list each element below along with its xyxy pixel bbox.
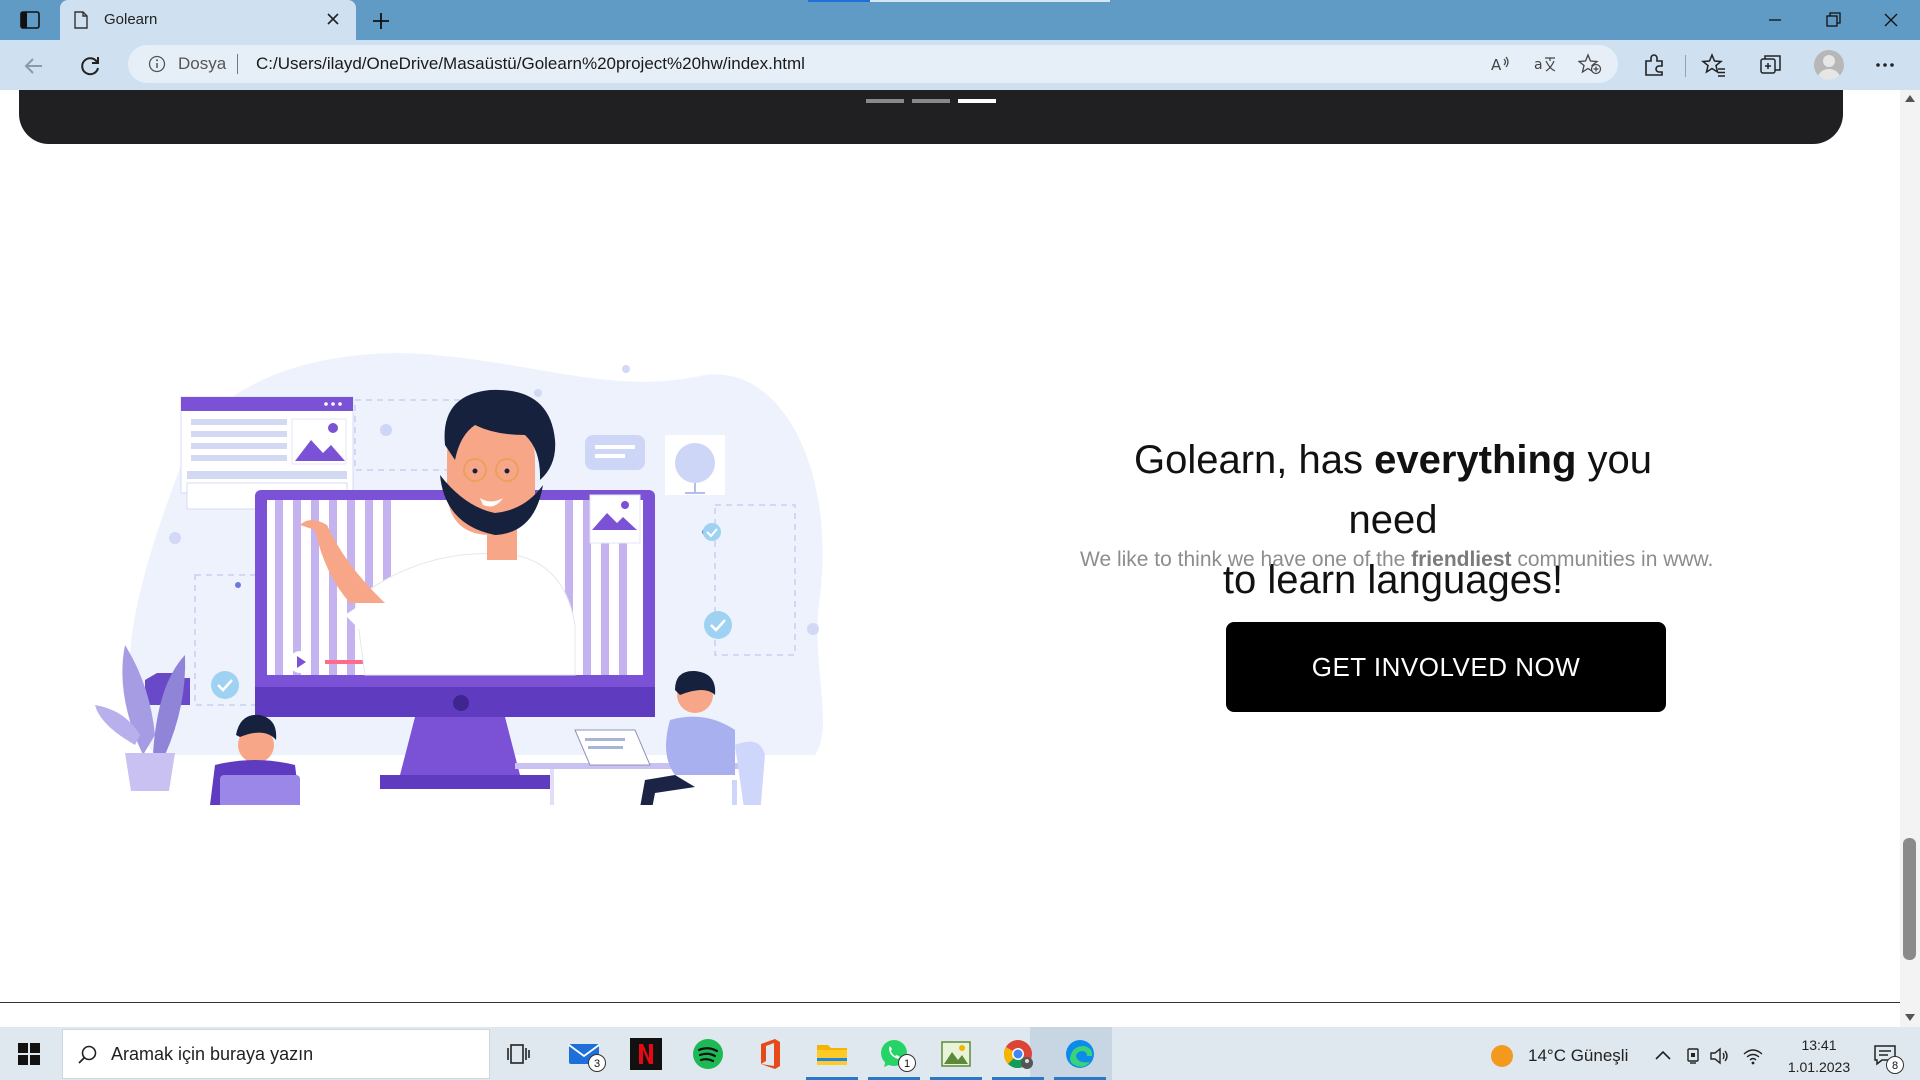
close-window-icon[interactable] — [1878, 8, 1904, 32]
info-icon[interactable] — [148, 55, 166, 73]
url-text[interactable]: C:/Users/ilayd/OneDrive/Masaüstü/Golearn… — [256, 54, 805, 74]
whatsapp-badge: 1 — [898, 1054, 916, 1072]
refresh-icon[interactable] — [76, 52, 104, 80]
mail-badge: 3 — [588, 1054, 606, 1072]
file-explorer-app[interactable] — [806, 1036, 858, 1080]
browser-title-bar: Golearn — [0, 0, 1920, 40]
chevron-up-icon[interactable] — [1652, 1046, 1674, 1066]
search-placeholder: Aramak için buraya yazın — [111, 1044, 314, 1064]
carousel-dot-active[interactable] — [958, 99, 996, 103]
tab-title: Golearn — [104, 11, 158, 28]
wifi-icon[interactable] — [1742, 1046, 1764, 1066]
back-icon[interactable] — [20, 52, 48, 80]
chrome-icon — [1004, 1040, 1033, 1069]
new-tab-icon[interactable] — [368, 8, 394, 34]
favorites-icon[interactable] — [1701, 52, 1727, 78]
clock-time: 13:41 — [1801, 1037, 1837, 1053]
add-favorite-icon[interactable] — [1578, 53, 1602, 75]
chrome-app[interactable] — [992, 1036, 1044, 1080]
subtext-part2: communities in www. — [1511, 548, 1714, 571]
weather-sun-icon[interactable] — [1491, 1045, 1513, 1067]
taskbar-clock[interactable]: 13:41 1.01.2023 — [1774, 1034, 1864, 1078]
title-bar-accent — [870, 0, 1110, 2]
browser-tab-active[interactable]: Golearn — [60, 0, 356, 40]
address-bar[interactable]: Dosya C:/Users/ilayd/OneDrive/Masaüstü/G… — [128, 45, 1618, 83]
folder-icon — [817, 1045, 847, 1065]
scrollbar-thumb[interactable] — [1903, 838, 1916, 960]
section-heading: Golearn, has everything you need to lear… — [1088, 430, 1698, 610]
task-view-icon[interactable] — [502, 1036, 538, 1072]
subtext-bold: friendliest — [1411, 548, 1512, 571]
restore-icon[interactable] — [1820, 8, 1846, 32]
translate-icon[interactable]: a — [1533, 53, 1557, 75]
search-icon — [78, 1045, 97, 1064]
title-bar-accent — [808, 0, 870, 2]
section-subtext: We like to think we have one of the frie… — [1080, 548, 1900, 572]
more-options-icon[interactable] — [1872, 52, 1898, 78]
heading-bold: everything — [1374, 438, 1577, 482]
photos-icon — [941, 1041, 971, 1067]
hero-carousel — [19, 90, 1843, 144]
office-icon[interactable] — [752, 1036, 788, 1072]
extensions-icon[interactable] — [1641, 52, 1667, 78]
close-tab-icon[interactable] — [324, 10, 342, 28]
notification-count-badge: 8 — [1886, 1056, 1904, 1074]
read-aloud-icon[interactable]: A — [1488, 53, 1512, 75]
carousel-dot[interactable] — [866, 99, 904, 103]
netflix-icon[interactable] — [628, 1036, 664, 1072]
get-involved-button[interactable]: GET INVOLVED NOW — [1226, 622, 1666, 712]
photos-app[interactable] — [930, 1036, 982, 1080]
volume-icon[interactable] — [1708, 1046, 1730, 1066]
page-icon — [74, 11, 88, 29]
collections-icon[interactable] — [1758, 52, 1784, 78]
taskbar-search-box[interactable]: Aramak için buraya yazın — [62, 1029, 490, 1079]
footer-divider — [0, 1002, 1900, 1003]
address-separator — [237, 54, 238, 74]
toolbar-divider — [1685, 55, 1686, 77]
heading-part1: Golearn, has — [1133, 438, 1375, 482]
scroll-up-icon[interactable] — [1905, 94, 1915, 102]
page-viewport: Golearn, has everything you need to lear… — [0, 90, 1900, 1003]
weather-text[interactable]: 14°C Güneşli — [1528, 1046, 1628, 1066]
svg-text:A: A — [1491, 56, 1502, 74]
clock-date: 1.01.2023 — [1787, 1059, 1851, 1075]
subtext-part1: We like to think we have one of the — [1080, 548, 1412, 571]
carousel-dot[interactable] — [912, 99, 950, 103]
scroll-down-icon[interactable] — [1905, 1014, 1915, 1022]
svg-text:a: a — [1534, 57, 1543, 73]
tab-actions-icon[interactable] — [18, 9, 42, 31]
online-learning-illustration — [95, 353, 824, 805]
spotify-icon[interactable] — [690, 1036, 726, 1072]
edge-app[interactable] — [1054, 1036, 1106, 1080]
edge-icon — [1066, 1040, 1094, 1068]
scheme-label: Dosya — [178, 54, 227, 73]
minimize-icon[interactable] — [1762, 8, 1788, 32]
device-icon[interactable] — [1682, 1046, 1704, 1066]
windows-start-icon[interactable] — [18, 1043, 40, 1065]
profile-avatar[interactable] — [1814, 50, 1844, 80]
